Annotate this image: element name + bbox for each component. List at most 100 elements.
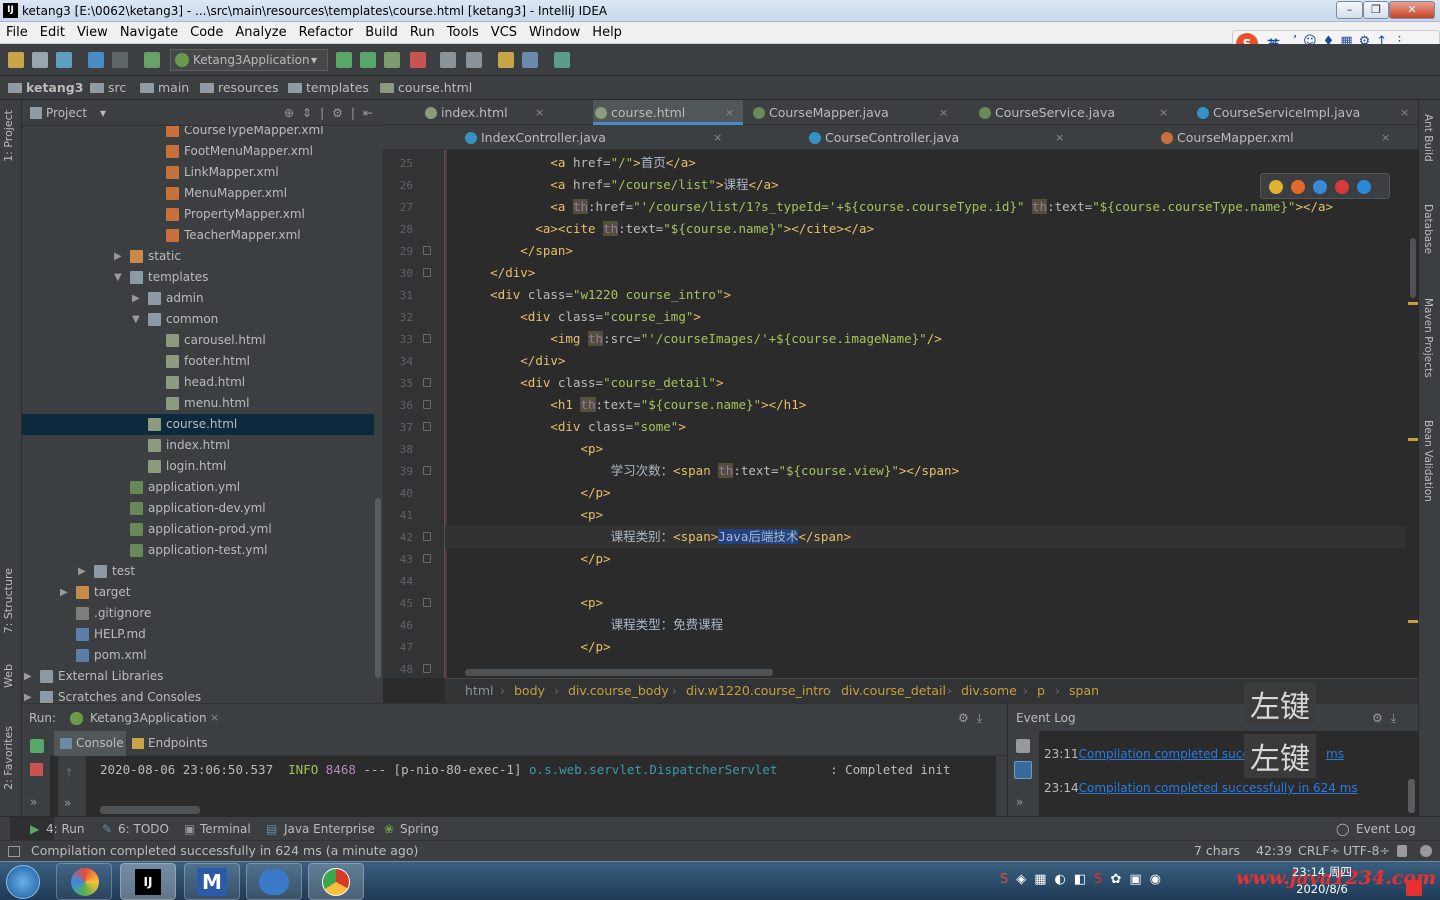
forward-icon[interactable]: [112, 52, 128, 68]
tag-crumb[interactable]: html: [465, 679, 493, 703]
tree-item[interactable]: pom.xml: [22, 645, 374, 666]
chevron-right-icon[interactable]: ▶: [24, 666, 32, 687]
tree-item[interactable]: .gitignore: [22, 603, 374, 624]
chevron-right-icon[interactable]: ▶: [60, 582, 68, 603]
close-icon[interactable]: ×: [725, 100, 734, 125]
editor-tab[interactable]: CourseMapper.xml ×: [1159, 125, 1399, 150]
taskbar-app-mysql[interactable]: [246, 863, 302, 900]
fold-marker-icon[interactable]: [423, 532, 431, 541]
run-icon[interactable]: [336, 52, 352, 68]
tab-bean-validation[interactable]: Bean Validation: [1422, 420, 1434, 502]
fold-marker-icon[interactable]: [423, 246, 431, 255]
tool-tab-event-log[interactable]: Event Log: [1356, 817, 1416, 841]
tree-item[interactable]: ▶ test: [22, 561, 374, 582]
tree-item[interactable]: application-test.yml: [22, 540, 374, 561]
sogou-tray-icon[interactable]: S: [1000, 872, 1016, 887]
opera-icon[interactable]: [1335, 180, 1349, 194]
editor-scrollbar[interactable]: [1408, 150, 1418, 678]
tag-crumb[interactable]: div.course_detail: [841, 679, 946, 703]
tool-windows-icon[interactable]: [8, 846, 20, 857]
editor-tab[interactable]: CourseServiceImpl.java ×: [1195, 100, 1418, 125]
run-config-tab[interactable]: Ketang3Application: [90, 704, 207, 732]
ie-icon[interactable]: [1357, 180, 1371, 194]
soft-wrap-icon[interactable]: [1014, 761, 1032, 779]
tree-item[interactable]: ▶ External Libraries: [22, 666, 374, 687]
status-line-separator[interactable]: CRLF÷: [1298, 841, 1340, 861]
open-icon[interactable]: [8, 52, 24, 68]
status-position[interactable]: 42:39: [1256, 841, 1292, 861]
coverage-icon[interactable]: [384, 52, 400, 68]
event-link[interactable]: Compilation completed successfully in 62…: [1079, 781, 1358, 795]
fold-marker-icon[interactable]: [423, 598, 431, 607]
tag-crumb[interactable]: div.course_body: [568, 679, 669, 703]
tab-favorites[interactable]: 2: Favorites: [2, 726, 15, 790]
tree-item[interactable]: ▶ Scratches and Consoles: [22, 687, 374, 703]
more-icon[interactable]: »: [64, 796, 71, 810]
chevron-right-icon[interactable]: ▶: [78, 561, 86, 582]
tree-item[interactable]: head.html: [22, 372, 374, 393]
start-button[interactable]: [6, 865, 40, 899]
close-icon[interactable]: ×: [1400, 100, 1409, 125]
editor-tab[interactable]: index.html ×: [423, 100, 553, 125]
console-scrollbar[interactable]: [996, 756, 1007, 816]
menu-window[interactable]: Window: [523, 22, 586, 44]
tray-icon[interactable]: S: [1094, 872, 1110, 887]
taskbar-app-mybatis[interactable]: M: [184, 863, 240, 900]
menu-file[interactable]: File: [0, 22, 34, 44]
tree-item[interactable]: HELP.md: [22, 624, 374, 645]
tab-ant-build[interactable]: Ant Build: [1422, 114, 1434, 162]
close-icon[interactable]: ×: [1055, 125, 1064, 150]
taskbar-app-chrome[interactable]: [308, 863, 364, 900]
tree-item[interactable]: course.html: [22, 414, 374, 435]
deploy-icon[interactable]: [466, 52, 482, 68]
settings-icon[interactable]: ⚙⤓: [1372, 704, 1404, 732]
notification-icon[interactable]: [1406, 880, 1422, 896]
event-scroll-thumb[interactable]: [1408, 779, 1415, 813]
tool-tab-terminal[interactable]: Terminal: [200, 817, 251, 841]
project-view-select[interactable]: Project: [46, 106, 87, 120]
tree-item[interactable]: CourseTypeMapper.xml: [22, 126, 374, 141]
tool-tab-todo[interactable]: 6: TODO: [118, 817, 169, 841]
settings-icon[interactable]: ⚙⤓: [958, 704, 990, 732]
tree-item[interactable]: index.html: [22, 435, 374, 456]
fold-marker-icon[interactable]: [423, 268, 431, 277]
taskbar-clock[interactable]: 23:14 周四 2020/8/6: [1292, 864, 1352, 898]
tree-scrollbar[interactable]: [374, 126, 383, 703]
tag-crumb[interactable]: p: [1037, 679, 1045, 703]
terminal-icon[interactable]: [554, 52, 570, 68]
stop-icon[interactable]: [410, 52, 426, 68]
close-button[interactable]: ✕: [1389, 1, 1435, 19]
editor-tab[interactable]: course.html ×: [593, 100, 743, 125]
editor-tab[interactable]: IndexController.java ×: [463, 125, 731, 150]
fold-marker-icon[interactable]: [423, 378, 431, 387]
fold-marker-icon[interactable]: [423, 422, 431, 431]
taskbar-app-intellij[interactable]: IJ: [120, 863, 176, 900]
breadcrumb-item[interactable]: src: [90, 76, 126, 100]
fold-marker-icon[interactable]: [423, 664, 431, 673]
breadcrumb-item[interactable]: resources: [200, 76, 279, 100]
console-hscroll-thumb[interactable]: [100, 806, 200, 814]
menu-help[interactable]: Help: [586, 22, 628, 44]
menu-build[interactable]: Build: [359, 22, 404, 44]
taskbar-app-photos[interactable]: [56, 863, 112, 900]
structure-icon[interactable]: [522, 52, 538, 68]
fold-marker-icon[interactable]: [423, 400, 431, 409]
breadcrumb-item[interactable]: main: [140, 76, 189, 100]
rerun-icon[interactable]: [30, 739, 44, 753]
menu-tools[interactable]: Tools: [441, 22, 485, 44]
menu-code[interactable]: Code: [184, 22, 229, 44]
menu-refactor[interactable]: Refactor: [293, 22, 360, 44]
tree-item[interactable]: LinkMapper.xml: [22, 162, 374, 183]
fold-marker-icon[interactable]: [423, 334, 431, 343]
scroll-thumb[interactable]: [375, 498, 381, 678]
settings-icon[interactable]: [498, 52, 514, 68]
tab-web[interactable]: Web: [2, 664, 15, 688]
build-icon[interactable]: [144, 52, 160, 68]
chrome-icon[interactable]: [1269, 180, 1283, 194]
close-icon[interactable]: ×: [713, 125, 722, 150]
chevron-right-icon[interactable]: ▶: [132, 288, 140, 309]
menu-analyze[interactable]: Analyze: [229, 22, 292, 44]
tray-icon[interactable]: ✿▣◉: [1110, 872, 1169, 887]
close-icon[interactable]: ×: [1159, 100, 1168, 125]
minimize-button[interactable]: –: [1336, 1, 1363, 19]
